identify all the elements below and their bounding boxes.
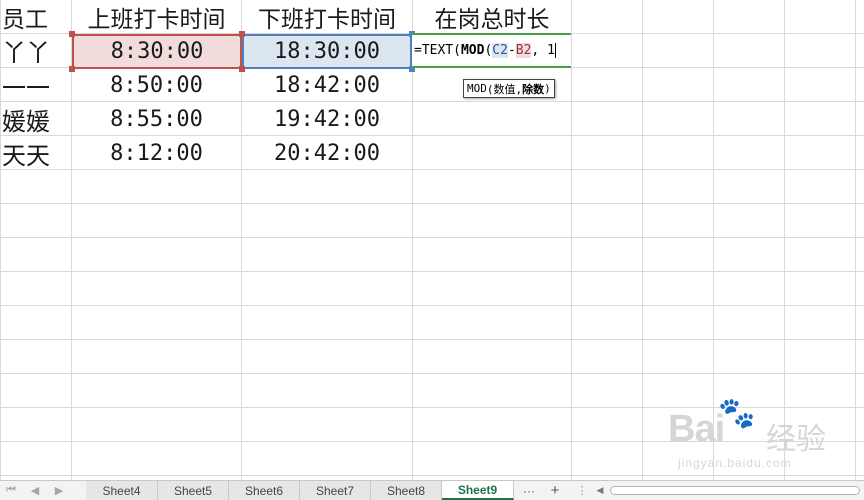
clock-out-cell[interactable]: 20:42:00 (242, 137, 412, 170)
clock-out-cell[interactable]: 19:42:00 (242, 103, 412, 136)
formula-function: MOD (460, 43, 485, 58)
range-handle[interactable] (239, 31, 245, 37)
formula-ref-c2: C2 (492, 43, 508, 58)
function-tooltip[interactable]: MOD (数值, 除数) (463, 79, 555, 98)
column-divider (642, 0, 643, 480)
employee-name-cell[interactable]: 一一 (0, 69, 71, 102)
formula-paren: ( (484, 43, 493, 58)
formula-edit-cell[interactable]: =TEXT(MOD(C2- B2, 1 (412, 33, 571, 68)
formula-operator: - (507, 43, 516, 58)
watermark-jingyan: 经验 (766, 422, 826, 457)
tooltip-args-close: ) (544, 82, 551, 95)
horizontal-scrollbar[interactable]: ◀ (592, 481, 864, 500)
scrollbar-thumb[interactable] (610, 486, 860, 495)
tab-sheet5[interactable]: Sheet5 (158, 481, 229, 500)
tooltip-args: (数值, (486, 82, 523, 96)
tab-first-icon[interactable]: ⏮ (4, 482, 18, 499)
clock-out-cell[interactable]: 18:42:00 (242, 69, 412, 102)
clock-out-cell-c2[interactable]: 18:30:00 (242, 34, 412, 69)
employee-name-cell[interactable]: 媛媛 (0, 103, 71, 136)
column-divider (571, 0, 572, 480)
splitter-handle-icon[interactable]: ⋮ (577, 481, 588, 500)
clock-in-cell[interactable]: 8:50:00 (72, 69, 241, 102)
spreadsheet-grid[interactable]: 员工 上班打卡时间 下班打卡时间 在岗总时长 丫丫 8:30:00 18:30:… (0, 0, 864, 480)
header-clock-in[interactable]: 上班打卡时间 (72, 0, 241, 33)
header-employee[interactable]: 员工 (0, 0, 71, 33)
sheet-tab-bar: ⏮ ◀ ▶ Sheet4 Sheet5 Sheet6 Sheet7 Sheet8… (0, 480, 864, 500)
tooltip-func: MOD (467, 82, 487, 95)
column-divider (412, 0, 413, 480)
header-clock-out[interactable]: 下班打卡时间 (242, 0, 412, 33)
text-caret (554, 43, 556, 58)
clock-in-cell-b2[interactable]: 8:30:00 (72, 34, 242, 69)
baidu-jingyan-watermark: Bai 🐾 经验 jingyan.baidu.com (668, 396, 838, 476)
column-divider (855, 0, 856, 480)
formula-ref-b2: B2 (515, 43, 532, 58)
paw-icon: 🐾 (718, 396, 756, 431)
header-total-duration[interactable]: 在岗总时长 (413, 0, 571, 33)
tab-prev-icon[interactable]: ◀ (28, 482, 42, 499)
scroll-left-icon[interactable]: ◀ (594, 482, 606, 499)
tab-sheet9[interactable]: Sheet9 (442, 481, 514, 500)
tab-sheet8[interactable]: Sheet8 (371, 481, 442, 500)
formula-rest: , 1 (531, 43, 555, 58)
tab-sheet7[interactable]: Sheet7 (300, 481, 371, 500)
watermark-brand: Bai (668, 408, 725, 450)
employee-name-cell[interactable]: 丫丫 (0, 34, 71, 67)
clock-in-cell[interactable]: 8:12:00 (72, 137, 241, 170)
more-sheets-button[interactable]: ··· (518, 481, 540, 500)
formula-prefix: =TEXT( (414, 43, 461, 58)
clock-in-cell[interactable]: 8:55:00 (72, 103, 241, 136)
tab-sheet6[interactable]: Sheet6 (229, 481, 300, 500)
tab-sheet4[interactable]: Sheet4 (86, 481, 158, 500)
tooltip-current-arg: 除数 (522, 82, 545, 96)
range-handle[interactable] (69, 31, 75, 37)
employee-name-cell[interactable]: 天天 (0, 137, 71, 170)
tab-next-icon[interactable]: ▶ (52, 482, 66, 499)
watermark-url: jingyan.baidu.com (678, 456, 792, 470)
add-sheet-button[interactable]: + (544, 481, 566, 500)
